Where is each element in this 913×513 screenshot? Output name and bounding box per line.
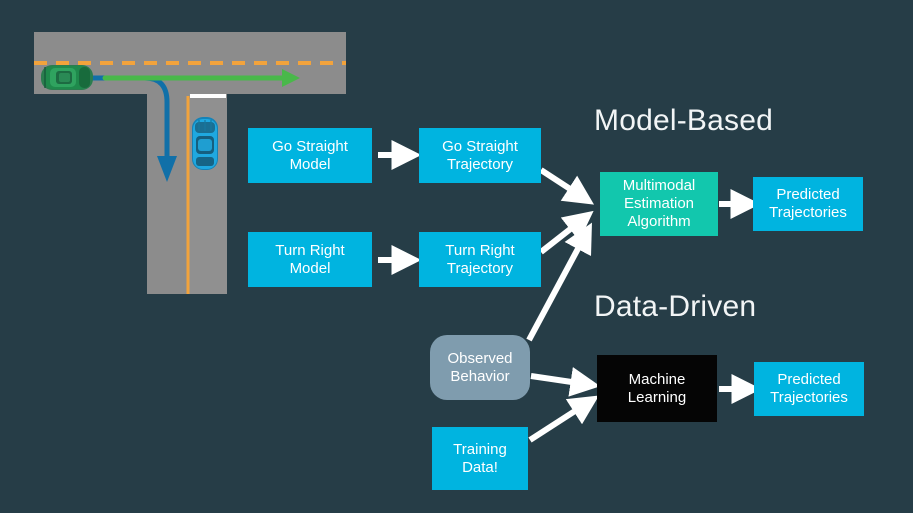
diagram-canvas: Model-Based Data-Driven Go Straight Mode…: [0, 0, 913, 513]
green-car-ego: [41, 65, 93, 90]
box-training-data[interactable]: Training Data!: [432, 427, 528, 490]
box-machine-learning[interactable]: Machine Learning: [597, 355, 717, 422]
blue-car-parked: [192, 117, 218, 170]
box-multimodal-estimation-algorithm[interactable]: Multimodal Estimation Algorithm: [600, 172, 718, 236]
box-predicted-trajectories-model-based[interactable]: Predicted Trajectories: [753, 177, 863, 231]
box-turn-right-model[interactable]: Turn Right Model: [248, 232, 372, 287]
box-go-straight-trajectory[interactable]: Go Straight Trajectory: [419, 128, 541, 183]
section-title-data-driven: Data-Driven: [594, 290, 757, 323]
white-stop-line: [190, 94, 226, 98]
box-observed-behavior[interactable]: Observed Behavior: [430, 335, 530, 400]
box-predicted-trajectories-data-driven[interactable]: Predicted Trajectories: [754, 362, 864, 416]
box-go-straight-model[interactable]: Go Straight Model: [248, 128, 372, 183]
box-turn-right-trajectory[interactable]: Turn Right Trajectory: [419, 232, 541, 287]
section-title-model-based: Model-Based: [594, 104, 773, 137]
